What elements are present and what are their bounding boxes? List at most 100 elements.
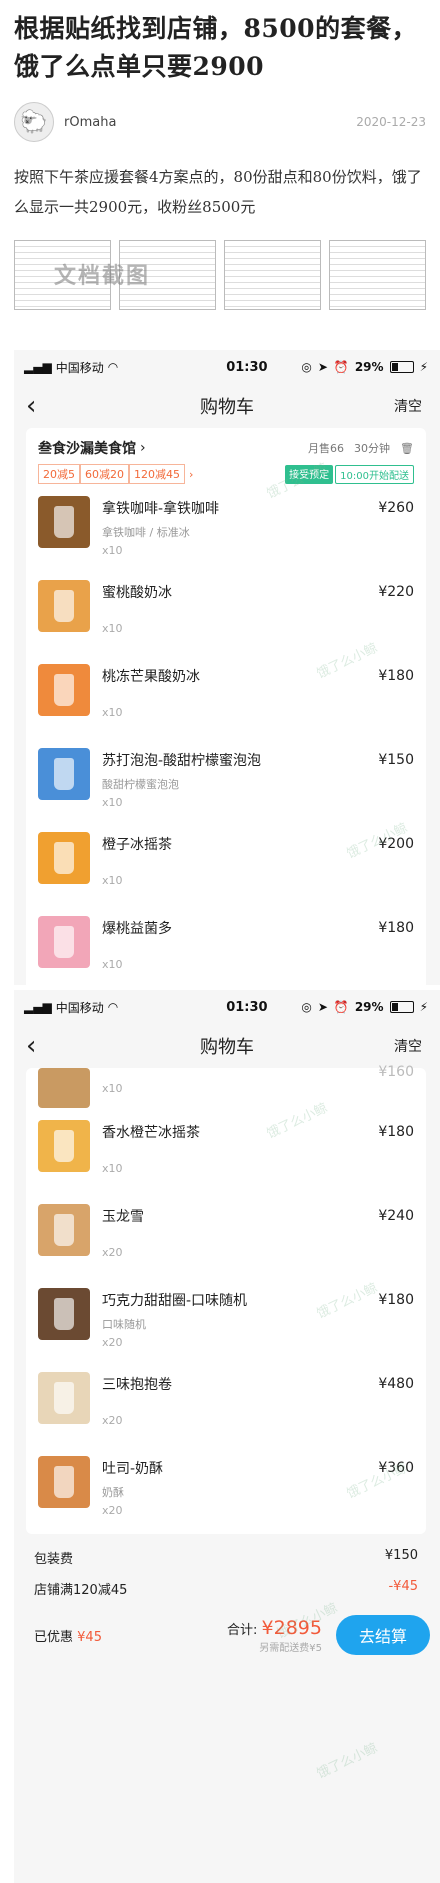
product-thumbnail[interactable] xyxy=(38,916,90,968)
cart-item[interactable]: 玉龙雪 x20 ¥240 xyxy=(26,1198,426,1282)
clear-cart-button[interactable]: 清空 xyxy=(394,396,422,416)
product-thumbnail[interactable] xyxy=(38,580,90,632)
cart-item[interactable]: 三味抱抱卷 x20 ¥480 xyxy=(26,1366,426,1450)
item-name: 玉龙雪 xyxy=(102,1209,144,1225)
promo-tag: 60减20 xyxy=(80,464,129,484)
page-title: 购物车 xyxy=(200,1037,254,1058)
total-amount: ¥2895 xyxy=(261,1616,322,1639)
product-thumbnail[interactable] xyxy=(38,1204,90,1256)
item-name: 吐司-奶酥 xyxy=(102,1461,164,1477)
fee-value: ¥150 xyxy=(384,1548,418,1563)
status-right: ◎ ➤ ⏰ 29% ⚡ xyxy=(301,360,428,374)
clock: 01:30 xyxy=(226,359,268,375)
product-thumbnail[interactable] xyxy=(38,832,90,884)
product-thumbnail[interactable] xyxy=(38,496,90,548)
item-name: 橙子冰摇茶 xyxy=(102,837,172,853)
fee-value: -¥45 xyxy=(388,1579,418,1594)
shop-header: 叁食沙漏美食馆 › 月售66 30分钟 🗑 20减5 60减20 120减45 … xyxy=(26,428,426,490)
author-name[interactable]: rOmaha xyxy=(64,115,116,130)
item-quantity: x10 xyxy=(102,1162,123,1175)
item-spec: 口味随机 xyxy=(102,1318,146,1331)
shop-name[interactable]: 叁食沙漏美食馆 xyxy=(38,438,136,458)
item-name: 拿铁咖啡-拿铁咖啡 xyxy=(102,501,220,517)
image-watermark: 文档截图 xyxy=(54,264,151,289)
lock-rotation-icon: ◎ xyxy=(301,1000,312,1014)
chevron-right-icon[interactable]: › xyxy=(140,440,146,456)
wifi-icon: ◠ xyxy=(107,360,119,374)
cart-item-partial[interactable]: x10 ¥160 xyxy=(26,1064,426,1114)
item-price: ¥220 xyxy=(378,584,414,600)
packaging-fee-row: 包装费 ¥150 xyxy=(14,1540,440,1567)
item-price: ¥360 xyxy=(378,1460,414,1476)
watermark: 饿了么小鲸 xyxy=(314,1740,380,1782)
nav-bar: ‹ 购物车 清空 xyxy=(14,384,440,428)
item-price: ¥240 xyxy=(378,1208,414,1224)
product-thumbnail[interactable] xyxy=(38,748,90,800)
cart-item[interactable]: 爆桃益菌多 x10 ¥180 xyxy=(26,910,426,994)
product-thumbnail[interactable] xyxy=(38,1456,90,1508)
item-name: 三味抱抱卷 xyxy=(102,1377,172,1393)
item-quantity: x10 xyxy=(102,958,123,971)
cart-item[interactable]: 苏打泡泡-酸甜柠檬蜜泡泡 酸甜柠檬蜜泡泡 x10 ¥150 xyxy=(26,742,426,826)
fee-label: 店铺满120减45 xyxy=(34,1583,128,1598)
cart-item-list: 香水橙芒冰摇茶 x10 ¥180 玉龙雪 x20 ¥240 巧克力甜甜圈-口味随机 口味随机 x… xyxy=(26,1114,426,1534)
signal-icon: ▂▄▆ xyxy=(24,360,52,374)
trash-icon[interactable]: 🗑 xyxy=(400,442,414,455)
item-quantity: x20 xyxy=(102,1336,123,1349)
signal-icon: ▂▄▆ xyxy=(24,1000,52,1014)
item-spec: 酸甜柠檬蜜泡泡 xyxy=(102,778,179,791)
checkout-button[interactable]: 去结算 xyxy=(336,1615,430,1655)
reservation-tag: 接受预定 xyxy=(285,464,334,484)
product-thumbnail[interactable] xyxy=(38,1372,90,1424)
promo-tag: 120减45 xyxy=(129,464,185,484)
item-quantity: x10 xyxy=(102,622,123,635)
total-label: 合计: xyxy=(227,1622,258,1638)
chevron-right-icon[interactable]: › xyxy=(189,468,193,481)
item-price: ¥180 xyxy=(378,1292,414,1308)
item-spec: 拿铁咖啡 / 标准冰 xyxy=(102,526,190,539)
cart-item[interactable]: 吐司-奶酥 奶酥 x20 ¥360 xyxy=(26,1450,426,1534)
post-body: 按照下午茶应援套餐4方案点的，80份甜点和80份饮料，饿了么显示一共2900元，… xyxy=(14,168,422,216)
product-thumbnail[interactable] xyxy=(38,1068,90,1108)
receipt-images[interactable]: 文档截图 xyxy=(14,240,426,310)
monthly-sales: 月售66 xyxy=(308,442,345,455)
cart-item[interactable]: 拿铁咖啡-拿铁咖啡 拿铁咖啡 / 标准冰 x10 ¥260 xyxy=(26,490,426,574)
item-quantity: x10 xyxy=(102,874,123,887)
product-thumbnail[interactable] xyxy=(38,1120,90,1172)
cart-card: 叁食沙漏美食馆 › 月售66 30分钟 🗑 20减5 60减20 120减45 … xyxy=(26,428,426,1078)
product-thumbnail[interactable] xyxy=(38,1288,90,1340)
charging-icon: ⚡ xyxy=(419,1000,428,1014)
cart-item[interactable]: 橙子冰摇茶 x10 ¥200 xyxy=(26,826,426,910)
item-quantity: x20 xyxy=(102,1414,123,1427)
post-title: 根据贴纸找到店铺，8500的套餐，饿了么点单只要2900 xyxy=(14,14,418,81)
checkout-bar: 已优惠 ¥45 合计: ¥2895 另需配送费¥5 去结算 xyxy=(14,1610,440,1660)
alarm-icon: ⏰ xyxy=(333,1000,349,1014)
battery-percent: 29% xyxy=(354,360,384,374)
status-bar: ▂▄▆ 中国移动 ◠ 01:30 ◎ ➤ ⏰ 29% ⚡ xyxy=(14,350,440,384)
back-icon[interactable]: ‹ xyxy=(26,384,36,428)
clear-cart-button[interactable]: 清空 xyxy=(394,1036,422,1056)
back-icon[interactable]: ‹ xyxy=(26,1024,36,1068)
item-name: 苏打泡泡-酸甜柠檬蜜泡泡 xyxy=(102,753,262,769)
item-quantity: x20 xyxy=(102,1504,123,1517)
alarm-icon: ⏰ xyxy=(333,360,349,374)
cart-item[interactable]: 蜜桃酸奶冰 x10 ¥220 xyxy=(26,574,426,658)
clock: 01:30 xyxy=(226,999,268,1015)
battery-icon xyxy=(389,361,414,373)
cart-item[interactable]: 巧克力甜甜圈-口味随机 口味随机 x20 ¥180 xyxy=(26,1282,426,1366)
item-name: 蜜桃酸奶冰 xyxy=(102,585,172,601)
item-price: ¥150 xyxy=(378,752,414,768)
saved-amount: 已优惠 ¥45 xyxy=(34,1629,102,1645)
item-price: ¥480 xyxy=(378,1376,414,1392)
delivery-fee-note: 另需配送费¥5 xyxy=(259,1642,322,1654)
cart-item[interactable]: 香水橙芒冰摇茶 x10 ¥180 xyxy=(26,1114,426,1198)
avatar[interactable]: 🐑 xyxy=(14,102,54,142)
cart-item[interactable]: 桃冻芒果酸奶冰 x10 ¥180 xyxy=(26,658,426,742)
wifi-icon: ◠ xyxy=(107,1000,119,1014)
fee-label: 包装费 xyxy=(34,1552,74,1567)
author-row: 🐑 rOmaha 2020-12-23 xyxy=(14,100,426,144)
product-thumbnail[interactable] xyxy=(38,664,90,716)
total-block: 合计: ¥2895 另需配送费¥5 xyxy=(227,1617,322,1654)
item-quantity: x10 xyxy=(102,796,123,809)
item-price: ¥200 xyxy=(378,836,414,852)
